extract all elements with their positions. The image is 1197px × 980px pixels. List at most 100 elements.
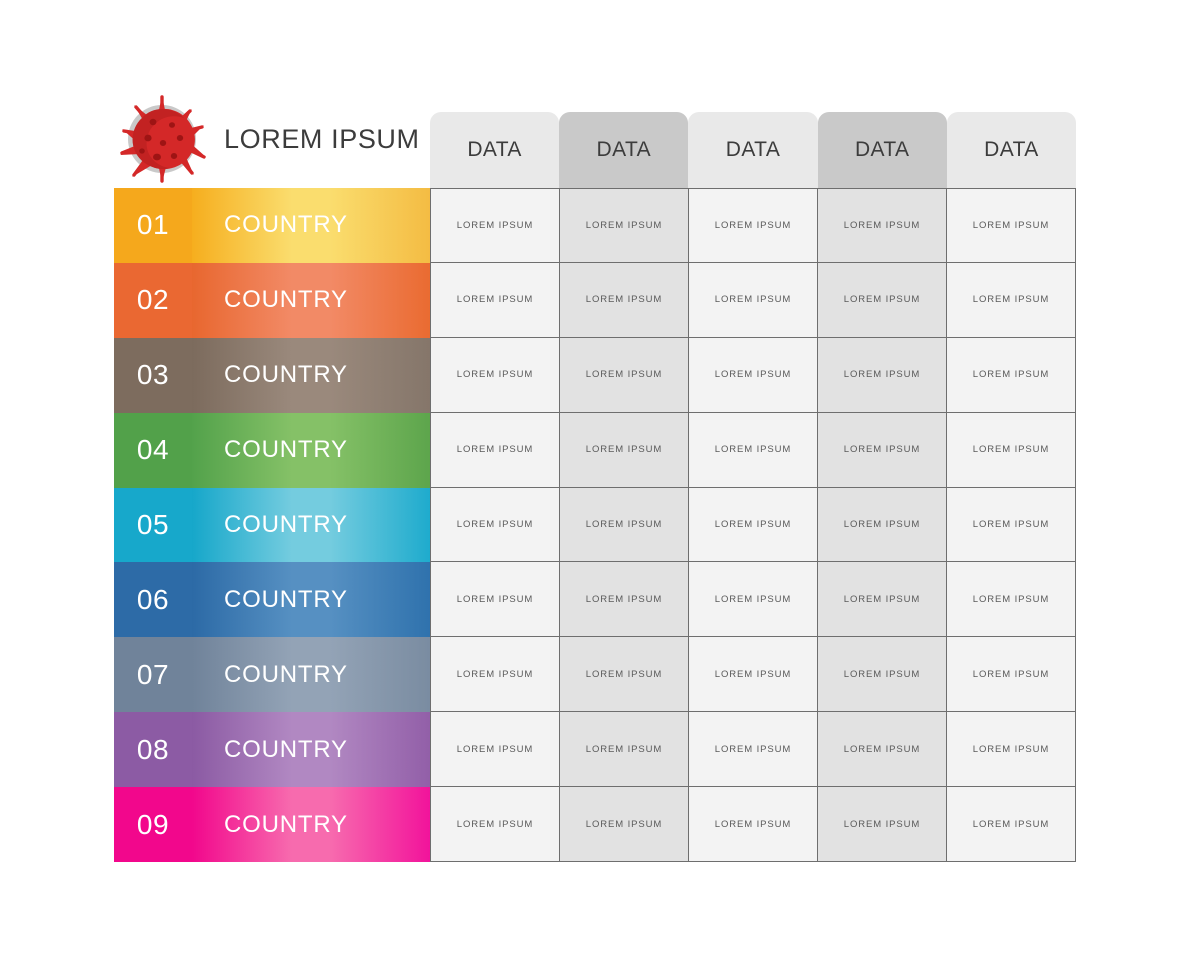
row-country-band: COUNTRY [192, 262, 430, 338]
row-label-bar: 08 COUNTRY [114, 712, 430, 788]
row-number-label: 06 [136, 583, 170, 615]
data-cell-label: LOREM IPSUM [972, 818, 1050, 830]
column-header-label: DATA [854, 138, 910, 161]
page-title: LOREM IPSUM [224, 123, 420, 154]
table-row[interactable]: 01 COUNTRY LOREM IPSUM LOREM IPSUM LOREM IPS… [114, 188, 1076, 263]
data-cell[interactable]: LOREM IPSUM [560, 712, 689, 788]
data-cell[interactable]: LOREM IPSUM [560, 337, 689, 413]
column-header-2[interactable]: DATA [559, 112, 689, 188]
column-header-1[interactable]: DATA [430, 112, 560, 188]
data-cell[interactable]: LOREM IPSUM [818, 188, 947, 263]
row-country-label: COUNTRY [224, 436, 348, 464]
data-cell-label: LOREM IPSUM [585, 294, 663, 306]
data-cell[interactable]: LOREM IPSUM [818, 637, 947, 713]
row-country-label: COUNTRY [224, 511, 348, 538]
data-cell[interactable]: LOREM IPSUM [818, 262, 947, 338]
data-cell[interactable]: LOREM IPSUM [947, 412, 1076, 488]
data-cell[interactable]: LOREM IPSUM [689, 637, 818, 713]
data-cell[interactable]: LOREM IPSUM [689, 787, 818, 863]
data-cell[interactable]: LOREM IPSUM [560, 487, 689, 563]
data-cell[interactable]: LOREM IPSUM [818, 487, 947, 563]
data-cell[interactable]: LOREM IPSUM [947, 787, 1076, 863]
row-number-badge: 01 [114, 188, 192, 263]
data-cell[interactable]: LOREM IPSUM [818, 562, 947, 638]
data-cell[interactable]: LOREM IPSUM [689, 712, 818, 788]
column-header-4[interactable]: DATA [817, 112, 947, 188]
row-country-band: COUNTRY [192, 188, 430, 263]
row-country-label: COUNTRY [224, 660, 348, 688]
data-cell-label: LOREM IPSUM [585, 593, 663, 605]
data-cell[interactable]: LOREM IPSUM [818, 412, 947, 488]
table-row[interactable]: 05 COUNTRY LOREM IPSUM LOREM IPSUM LOREM IPS… [114, 487, 1076, 563]
data-cell[interactable]: LOREM IPSUM [430, 262, 560, 338]
data-cell[interactable]: LOREM IPSUM [689, 262, 818, 338]
data-cell[interactable]: LOREM IPSUM [818, 712, 947, 788]
data-cell-label: LOREM IPSUM [585, 743, 663, 755]
data-cell[interactable]: LOREM IPSUM [947, 188, 1076, 263]
data-cell-label: LOREM IPSUM [843, 818, 921, 830]
row-number-badge: 06 [114, 562, 192, 638]
data-cell[interactable]: LOREM IPSUM [689, 188, 818, 263]
row-country-label: COUNTRY [224, 286, 348, 314]
table-row[interactable]: 09 COUNTRY LOREM IPSUM LOREM IPSUM LOREM IPS… [114, 787, 1076, 863]
data-cell[interactable]: LOREM IPSUM [947, 262, 1076, 338]
data-cell-label: LOREM IPSUM [714, 743, 792, 755]
data-cell[interactable]: LOREM IPSUM [818, 337, 947, 413]
data-cell[interactable]: LOREM IPSUM [430, 337, 560, 413]
table-row[interactable]: 02 COUNTRY LOREM IPSUM LOREM IPSUM LOREM IPS… [114, 262, 1076, 338]
data-cell[interactable]: LOREM IPSUM [430, 637, 560, 713]
data-cell[interactable]: LOREM IPSUM [430, 487, 560, 563]
data-cell-label: LOREM IPSUM [972, 219, 1050, 231]
data-cell-label: LOREM IPSUM [843, 294, 921, 306]
data-cell[interactable]: LOREM IPSUM [947, 487, 1076, 563]
data-cell[interactable]: LOREM IPSUM [430, 712, 560, 788]
data-cell[interactable]: LOREM IPSUM [430, 562, 560, 638]
row-number-badge: 02 [114, 262, 192, 338]
row-number-label: 08 [136, 733, 170, 765]
data-cell-label: LOREM IPSUM [456, 668, 534, 680]
data-cell[interactable]: LOREM IPSUM [689, 337, 818, 413]
data-cell[interactable]: LOREM IPSUM [430, 787, 560, 863]
data-cell[interactable]: LOREM IPSUM [689, 487, 818, 563]
table-row[interactable]: 08 COUNTRY LOREM IPSUM LOREM IPSUM LOREM IPS… [114, 712, 1076, 788]
data-cell[interactable]: LOREM IPSUM [430, 412, 560, 488]
data-cell-label: LOREM IPSUM [456, 519, 534, 530]
data-cell-label: LOREM IPSUM [714, 219, 792, 231]
column-header-label: DATA [984, 138, 1039, 161]
data-cell-label: LOREM IPSUM [456, 369, 534, 381]
data-cell[interactable]: LOREM IPSUM [560, 562, 689, 638]
table-row[interactable]: 03 COUNTRY LOREM IPSUM LOREM IPSUM LOREM IPS… [114, 337, 1076, 413]
data-cell-label: LOREM IPSUM [972, 593, 1050, 605]
table-row[interactable]: 07 COUNTRY LOREM IPSUM LOREM IPSUM LOREM IPS… [114, 637, 1076, 713]
data-cell[interactable]: LOREM IPSUM [818, 787, 947, 863]
data-cell-label: LOREM IPSUM [972, 369, 1050, 381]
data-cell[interactable]: LOREM IPSUM [560, 637, 689, 713]
data-cell[interactable]: LOREM IPSUM [560, 188, 689, 263]
row-number-label: 05 [136, 509, 170, 540]
table-row[interactable]: 04 COUNTRY LOREM IPSUM LOREM IPSUM LOREM IPS… [114, 412, 1076, 488]
data-cell-label: LOREM IPSUM [972, 668, 1050, 680]
row-country-band: COUNTRY [192, 637, 430, 713]
row-label-bar: 05 COUNTRY [114, 487, 430, 563]
data-cell[interactable]: LOREM IPSUM [430, 188, 560, 263]
data-cell-label: LOREM IPSUM [972, 743, 1050, 755]
data-cell[interactable]: LOREM IPSUM [947, 562, 1076, 638]
data-cell[interactable]: LOREM IPSUM [689, 562, 818, 638]
data-cell[interactable]: LOREM IPSUM [560, 787, 689, 863]
column-header-5[interactable]: DATA [946, 112, 1077, 188]
row-data-cells: LOREM IPSUM LOREM IPSUM LOREM IPSUM LOREM I… [430, 787, 1076, 863]
data-cell[interactable]: LOREM IPSUM [947, 337, 1076, 413]
data-cell[interactable]: LOREM IPSUM [560, 412, 689, 488]
column-header-3[interactable]: DATA [688, 112, 818, 188]
data-cell[interactable]: LOREM IPSUM [689, 412, 818, 488]
data-cell[interactable]: LOREM IPSUM [947, 712, 1076, 788]
title-block: LOREM IPSUM [114, 90, 430, 188]
data-cell-label: LOREM IPSUM [843, 593, 921, 605]
data-cell-label: LOREM IPSUM [585, 369, 663, 381]
data-cell[interactable]: LOREM IPSUM [947, 637, 1076, 713]
data-cell-label: LOREM IPSUM [456, 294, 534, 306]
data-cell[interactable]: LOREM IPSUM [560, 262, 689, 338]
data-cell-label: LOREM IPSUM [456, 593, 534, 605]
table-row[interactable]: 06 COUNTRY LOREM IPSUM LOREM IPSUM LOREM IPS… [114, 562, 1076, 638]
row-country-band: COUNTRY [192, 337, 430, 413]
